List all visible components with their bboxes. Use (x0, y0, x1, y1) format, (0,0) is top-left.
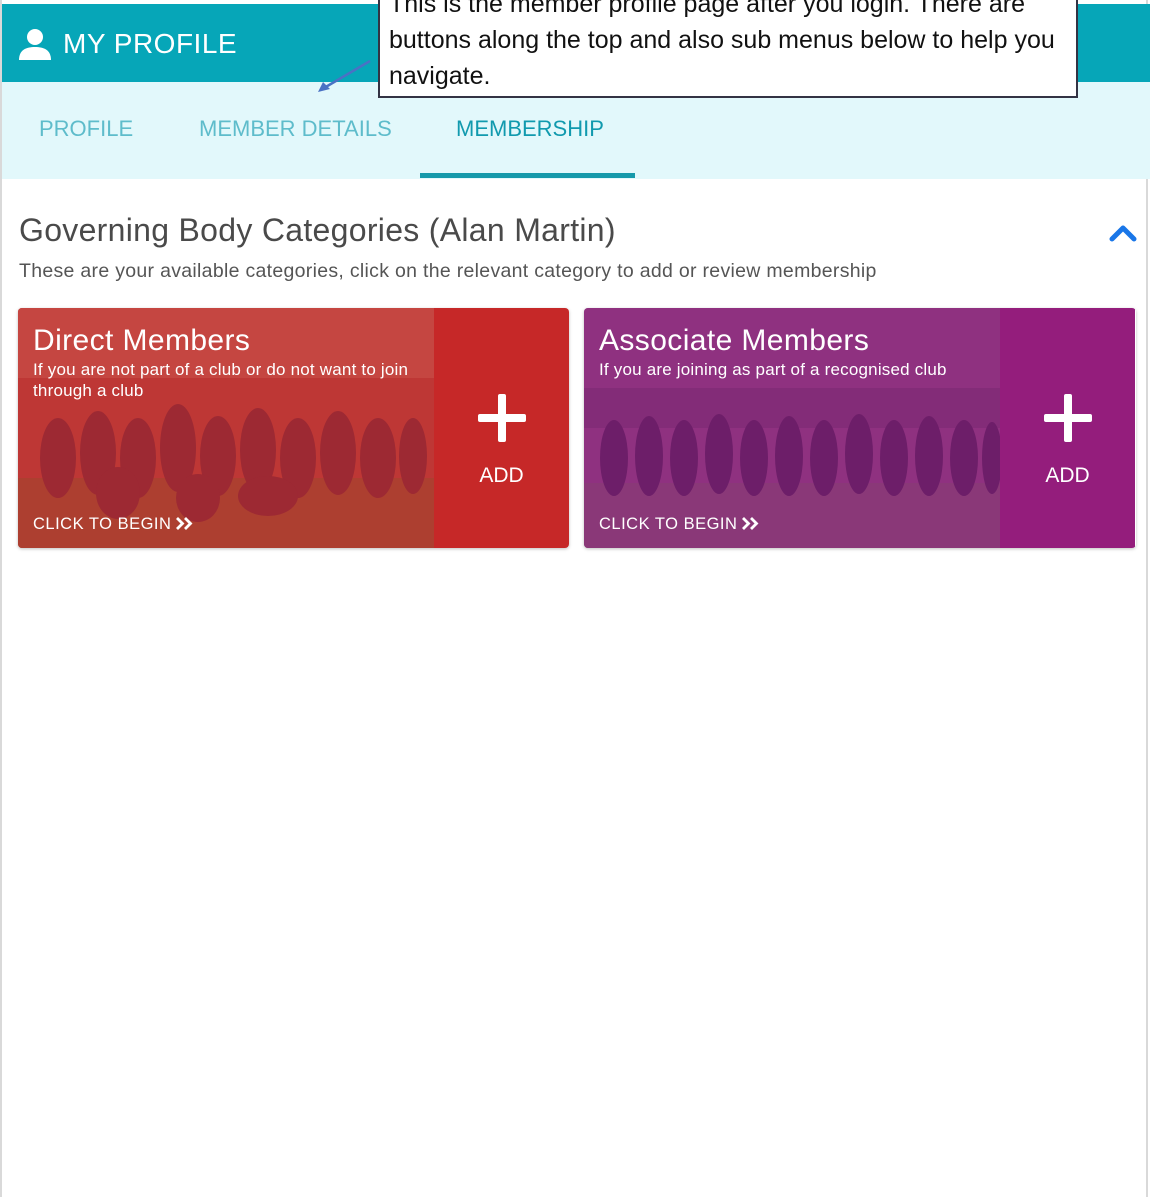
card-subtitle: If you are not part of a club or do not … (33, 360, 409, 400)
tab-profile[interactable]: PROFILE (39, 116, 133, 142)
associate-members-card[interactable]: Associate Members If you are joining as … (584, 308, 1136, 548)
chevron-up-icon[interactable] (1108, 222, 1138, 244)
active-tab-indicator (420, 173, 635, 178)
page-frame (0, 0, 1148, 1197)
add-label: ADD (1045, 464, 1090, 487)
annotation-callout: This is the member profile page after yo… (378, 0, 1078, 98)
add-panel[interactable]: ADD (434, 308, 569, 548)
card-title: Direct Members (33, 324, 251, 357)
add-panel[interactable]: ADD (1000, 308, 1135, 548)
tab-membership[interactable]: MEMBERSHIP (456, 116, 604, 142)
user-icon (19, 29, 51, 60)
double-chevron-right-icon (176, 517, 193, 530)
page-title: MY PROFILE (63, 28, 238, 59)
tab-member-details[interactable]: MEMBER DETAILS (199, 116, 392, 142)
plus-icon (478, 394, 526, 442)
card-subtitle: If you are joining as part of a recognis… (599, 360, 947, 379)
callout-arrow-icon (318, 59, 371, 92)
plus-icon (1044, 394, 1092, 442)
cta-label: CLICK TO BEGIN (33, 515, 172, 533)
card-title: Associate Members (599, 324, 870, 357)
double-chevron-right-icon (742, 517, 759, 530)
click-to-begin-link[interactable]: CLICK TO BEGIN (33, 515, 193, 534)
add-label: ADD (479, 464, 524, 487)
section-title: Governing Body Categories (Alan Martin) (19, 212, 616, 248)
direct-members-card[interactable]: Direct Members If you are not part of a … (18, 308, 569, 548)
section-description: These are your available categories, cli… (19, 260, 877, 282)
click-to-begin-link[interactable]: CLICK TO BEGIN (599, 515, 759, 534)
cta-label: CLICK TO BEGIN (599, 515, 738, 533)
